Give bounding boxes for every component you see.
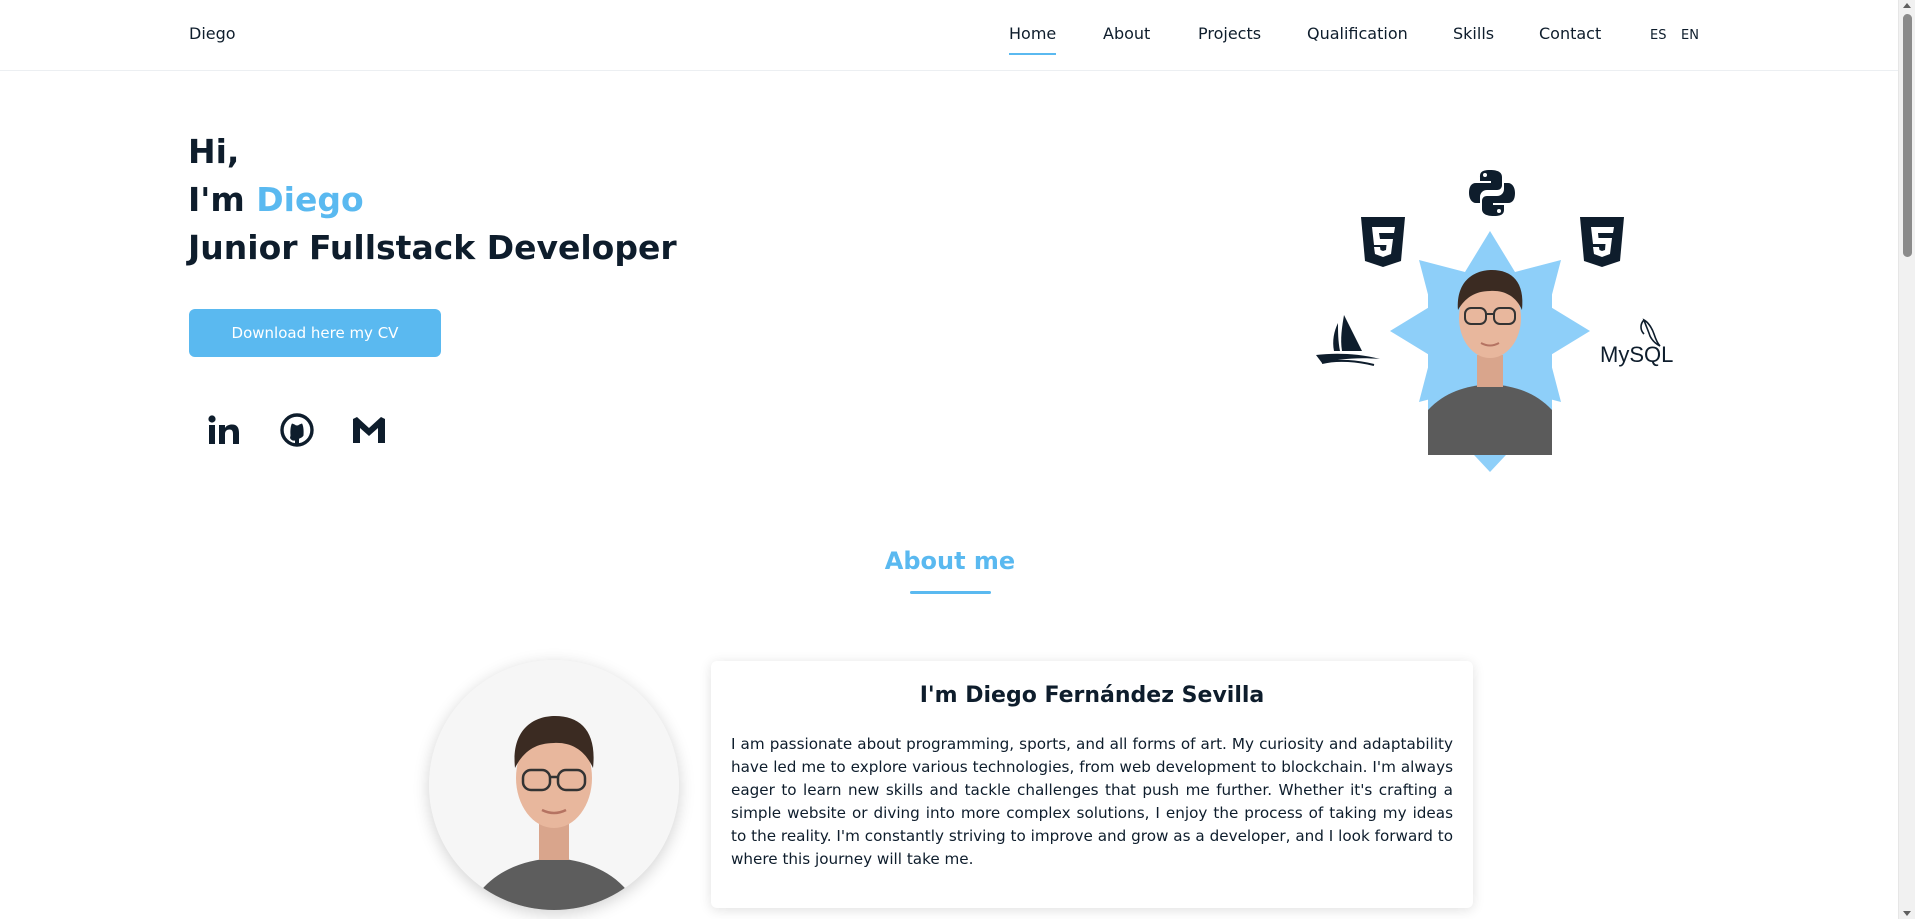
hero-greeting: Hi, — [188, 132, 240, 171]
nav-contact[interactable]: Contact — [1539, 24, 1601, 43]
scroll-thumb[interactable] — [1903, 14, 1912, 257]
hero-name: Diego — [256, 180, 364, 219]
brand-logo[interactable]: Diego — [189, 24, 236, 43]
linkedin-icon[interactable] — [204, 410, 244, 450]
lang-en[interactable]: EN — [1681, 28, 1699, 43]
hero-name-line: I'm Diego — [188, 176, 364, 224]
nav-projects[interactable]: Projects — [1198, 24, 1261, 43]
hero-illustration: MySQL — [1300, 160, 1700, 510]
mysql-icon: MySQL — [1600, 318, 1673, 367]
hero-portrait — [1428, 270, 1552, 455]
hero-im: I'm — [188, 180, 245, 219]
gmail-icon[interactable] — [349, 410, 389, 450]
about-card-title: I'm Diego Fernández Sevilla — [919, 683, 1265, 708]
about-title-underline — [910, 591, 991, 594]
about-avatar — [429, 660, 679, 910]
about-card: I'm Diego Fernández Sevilla I am passion… — [711, 661, 1473, 908]
site-header: Diego Home About Projects Qualification … — [0, 0, 1898, 71]
page-scrollbar[interactable] — [1898, 0, 1915, 919]
mysql-label: MySQL — [1600, 342, 1673, 367]
nav-skills[interactable]: Skills — [1453, 24, 1494, 43]
nav-home[interactable]: Home — [1009, 24, 1057, 55]
download-cv-button[interactable]: Download here my CV — [189, 309, 441, 357]
nav-qualification[interactable]: Qualification — [1307, 24, 1408, 43]
nav-about[interactable]: About — [1103, 24, 1150, 43]
scroll-up-arrow-icon[interactable] — [1903, 3, 1911, 8]
scroll-down-arrow-icon[interactable] — [1903, 911, 1911, 916]
about-section-title: About me — [884, 547, 1016, 575]
lang-es[interactable]: ES — [1650, 28, 1666, 43]
python-icon — [1469, 170, 1515, 216]
mariadb-icon — [1316, 315, 1380, 366]
css3-icon — [1580, 217, 1624, 267]
github-icon[interactable] — [277, 410, 317, 450]
html5-icon — [1361, 217, 1405, 267]
hero-title: Junior Fullstack Developer — [188, 228, 677, 267]
about-card-text: I am passionate about programming, sport… — [731, 735, 1453, 868]
